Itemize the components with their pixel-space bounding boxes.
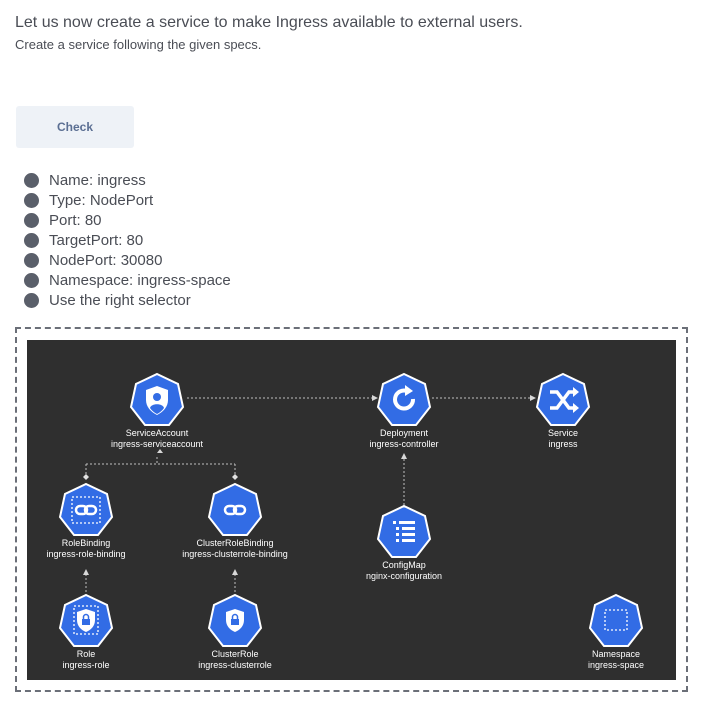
spec-text: Namespace: ingress-space [49,271,231,289]
bullet-icon [24,232,39,248]
bullet-icon [24,212,39,228]
node-name-label: ingress [548,439,578,449]
spec-text: Port: 80 [49,211,102,229]
node-kind-label: ClusterRole [211,649,259,659]
node-name-label: nginx-configuration [365,571,443,581]
bullet-icon [24,272,39,288]
node-clusterrole: ClusterRole ingress-clusterrole [135,593,335,671]
spec-text: Type: NodePort [49,191,154,209]
node-name-label: ingress-serviceaccount [110,439,204,449]
node-name-label: ingress-space [587,660,645,670]
node-service: Service ingress [463,372,663,450]
clusterrolebinding-diamond [232,474,238,480]
spec-item: Port: 80 [24,210,231,230]
rolebinding-diamond [83,474,89,480]
intro-subtitle: Create a service following the given spe… [15,37,262,52]
spec-text: NodePort: 30080 [49,251,163,269]
node-kind-label: ServiceAccount [125,428,189,438]
node-configmap: ConfigMap nginx-configuration [304,504,504,582]
bullet-icon [24,192,39,208]
check-button[interactable]: Check [16,106,134,148]
node-name-label: ingress-clusterrole [198,660,272,670]
node-namespace: Namespace ingress-space [516,593,676,671]
node-serviceaccount: ServiceAccount ingress-serviceaccount [57,372,257,450]
shield-user-icon [129,372,185,426]
intro-title: Let us now create a service to make Ingr… [15,14,523,31]
spec-item: NodePort: 30080 [24,250,231,270]
node-kind-label: Service [547,428,578,438]
square-icon [588,593,644,647]
spec-item: Type: NodePort [24,190,231,210]
link-icon [58,482,114,536]
spec-item: Name: ingress [24,170,231,190]
bullet-icon [24,292,39,308]
spec-item: Namespace: ingress-space [24,270,231,290]
node-kind-label: Namespace [591,649,641,659]
spec-item: TargetPort: 80 [24,230,231,250]
link-icon [207,482,263,536]
bullet-icon [24,172,39,188]
node-kind-label: ConfigMap [382,560,426,570]
shuffle-icon [535,372,591,426]
bullet-icon [24,252,39,268]
lock-icon [58,593,114,647]
refresh-icon [376,372,432,426]
architecture-diagram: ServiceAccount ingress-serviceaccount De… [27,340,676,680]
spec-text: Name: ingress [49,171,146,189]
spec-item: Use the right selector [24,290,231,310]
spec-list: Name: ingress Type: NodePort Port: 80 Ta… [24,170,231,310]
list-icon [376,504,432,558]
spec-text: Use the right selector [49,291,191,309]
lock-icon [207,593,263,647]
spec-text: TargetPort: 80 [49,231,144,249]
